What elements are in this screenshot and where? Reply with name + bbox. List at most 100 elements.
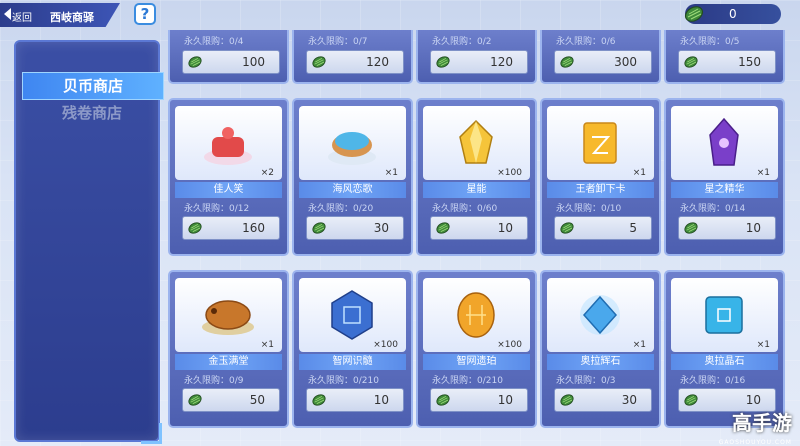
item-name: 金玉满堂 <box>175 354 282 370</box>
item-quantity: ×100 <box>373 340 398 350</box>
back-button[interactable]: 返回 西岐商驿 <box>0 3 120 27</box>
price-button[interactable]: 50 <box>182 388 280 412</box>
price-button[interactable]: 10 <box>678 216 776 240</box>
back-label: 返回 <box>12 13 32 24</box>
item-image: ×2 <box>175 106 282 180</box>
price-button[interactable]: 5 <box>554 216 652 240</box>
shop-item-card[interactable]: 永久限购：0/5 150 <box>664 30 785 84</box>
price-value: 10 <box>373 393 389 407</box>
price-value: 10 <box>745 221 761 235</box>
purchase-limit: 永久限购：0/7 <box>308 37 368 47</box>
price-value: 5 <box>629 221 637 235</box>
price-button[interactable]: 10 <box>306 388 404 412</box>
item-name: 奥拉辉石 <box>547 354 654 370</box>
shell-coin-icon <box>682 54 700 74</box>
purchase-limit: 永久限购：0/2 <box>432 37 492 47</box>
back-arrow-icon <box>4 8 11 20</box>
shell-coin-icon <box>310 392 328 412</box>
purchase-limit: 永久限购：0/3 <box>556 376 616 386</box>
shop-item-card[interactable]: ×1 奥拉晶石 永久限购：0/16 10 <box>664 270 785 428</box>
item-image: ×1 <box>671 106 778 180</box>
shop-tabs-panel: 贝币商店 残卷商店 <box>14 40 164 444</box>
item-quantity: ×1 <box>384 168 398 178</box>
shop-item-card[interactable]: ×1 星之精华 永久限购：0/14 10 <box>664 98 785 256</box>
shop-item-card[interactable]: ×100 智网遗珀永久限购：0/210 10 <box>416 270 537 428</box>
price-button[interactable]: 120 <box>306 50 404 74</box>
item-quantity: ×1 <box>756 168 770 178</box>
item-image: ×1 <box>175 278 282 352</box>
price-value: 300 <box>614 55 637 69</box>
purchase-limit: 永久限购：0/6 <box>556 37 616 47</box>
page-title: 西岐商驿 <box>50 11 94 24</box>
purchase-limit: 永久限购：0/12 <box>184 204 250 214</box>
price-value: 120 <box>366 55 389 69</box>
purchase-limit: 永久限购：0/9 <box>184 376 244 386</box>
panel-corner-decoration <box>141 423 162 444</box>
price-value: 30 <box>373 221 389 235</box>
help-button[interactable]: ? <box>134 3 156 25</box>
price-button[interactable]: 30 <box>306 216 404 240</box>
shell-coin-icon <box>682 220 700 240</box>
item-image: ×100 <box>423 278 530 352</box>
shell-coin-icon <box>682 392 700 412</box>
shell-coin-icon <box>434 220 452 240</box>
price-value: 10 <box>497 393 513 407</box>
item-name: 智网遗珀 <box>423 354 530 370</box>
price-button[interactable]: 150 <box>678 50 776 74</box>
price-value: 10 <box>497 221 513 235</box>
shop-item-card[interactable]: ×1 金玉满堂永久限购：0/9 50 <box>168 270 289 428</box>
shop-item-card[interactable]: ×1 海风恋歌 永久限购：0/20 30 <box>292 98 413 256</box>
shell-coin-icon <box>558 392 576 412</box>
shell-coin-icon <box>558 220 576 240</box>
shop-item-card[interactable]: ×100 星能 永久限购：0/60 10 <box>416 98 537 256</box>
item-name: 星之精华 <box>671 182 778 198</box>
shell-coin-icon <box>684 6 704 22</box>
shell-coin-icon <box>186 220 204 240</box>
item-name: 奥拉晶石 <box>671 354 778 370</box>
shop-item-card[interactable]: 永久限购：0/4 100 <box>168 30 289 84</box>
price-button[interactable]: 10 <box>430 216 528 240</box>
shell-coin-icon <box>434 54 452 74</box>
price-button[interactable]: 30 <box>554 388 652 412</box>
item-image: ×1 <box>671 278 778 352</box>
shell-coin-icon <box>310 54 328 74</box>
item-name: 智网识髓 <box>299 354 406 370</box>
price-button[interactable]: 10 <box>430 388 528 412</box>
price-value: 50 <box>249 393 265 407</box>
item-image: ×1 <box>299 106 406 180</box>
purchase-limit: 永久限购：0/210 <box>432 376 503 386</box>
item-quantity: ×100 <box>497 340 522 350</box>
tab-shell-shop[interactable]: 贝币商店 <box>22 72 164 100</box>
item-quantity: ×1 <box>756 340 770 350</box>
item-quantity: ×1 <box>632 340 646 350</box>
top-bar: 返回 西岐商驿 ? 0 <box>0 0 800 30</box>
item-name: 佳人笑 <box>175 182 282 198</box>
item-name: 星能 <box>423 182 530 198</box>
shop-item-card[interactable]: ×1 王者卸下卡 永久限购：0/10 5 <box>540 98 661 256</box>
shop-item-card[interactable]: 永久限购：0/2 120 <box>416 30 537 84</box>
shell-coin-icon <box>186 54 204 74</box>
price-value: 10 <box>745 393 761 407</box>
price-button[interactable]: 300 <box>554 50 652 74</box>
shop-item-card[interactable]: 永久限购：0/7 120 <box>292 30 413 84</box>
item-image: ×1 <box>547 106 654 180</box>
shop-item-card[interactable]: ×1 奥拉辉石永久限购：0/3 30 <box>540 270 661 428</box>
purchase-limit: 永久限购：0/210 <box>308 376 379 386</box>
shop-item-card[interactable]: ×2 佳人笑永久限购：0/12 160 <box>168 98 289 256</box>
purchase-limit: 永久限购：0/10 <box>556 204 622 214</box>
shell-coin-icon <box>558 54 576 74</box>
price-button[interactable]: 160 <box>182 216 280 240</box>
currency-display: 0 <box>684 4 781 24</box>
watermark-logo: 高手游 <box>732 411 792 435</box>
shop-item-card[interactable]: ×100 智网识髓永久限购：0/210 10 <box>292 270 413 428</box>
currency-value: 0 <box>729 7 737 21</box>
price-button[interactable]: 120 <box>430 50 528 74</box>
price-value: 150 <box>738 55 761 69</box>
price-button[interactable]: 100 <box>182 50 280 74</box>
shop-item-card[interactable]: 永久限购：0/6 300 <box>540 30 661 84</box>
item-name: 海风恋歌 <box>299 182 406 198</box>
item-image: ×100 <box>423 106 530 180</box>
price-value: 100 <box>242 55 265 69</box>
price-value: 160 <box>242 221 265 235</box>
tab-fragment-shop[interactable]: 残卷商店 <box>22 100 162 126</box>
